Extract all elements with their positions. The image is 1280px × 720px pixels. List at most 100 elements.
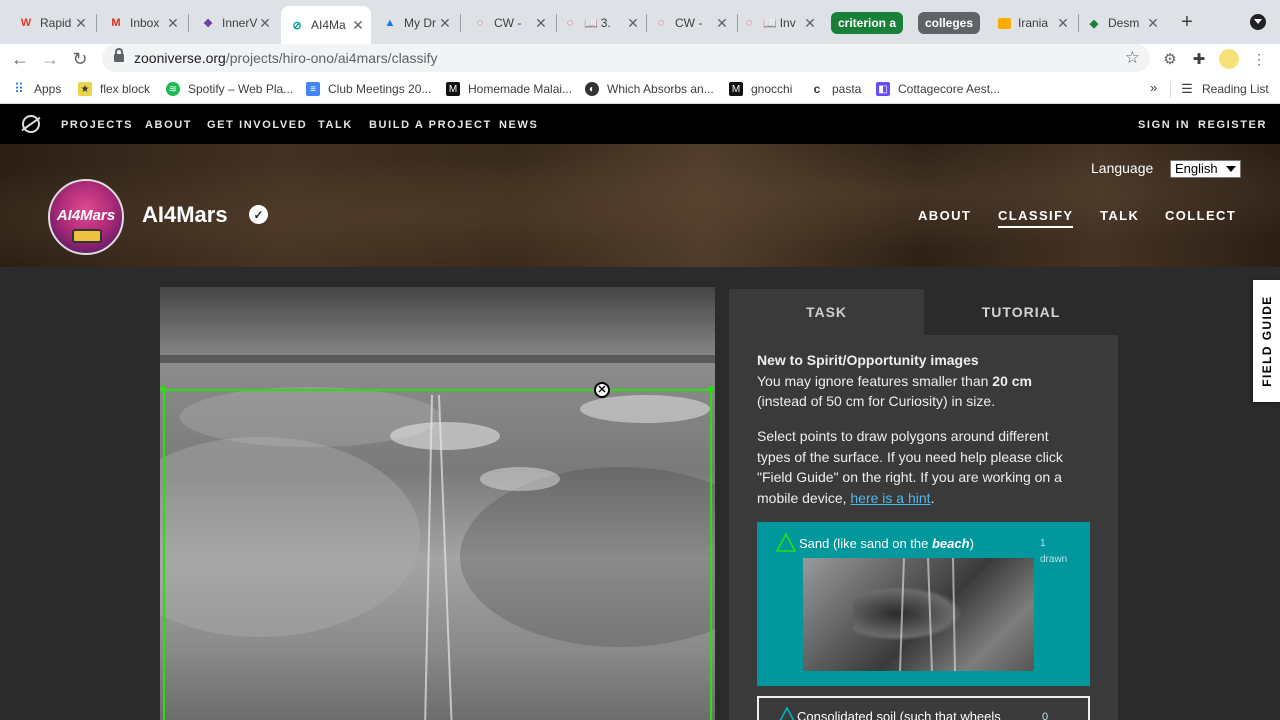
new-tab-plus-icon[interactable]: + bbox=[1176, 11, 1198, 33]
zooniverse-icon: ⊘ bbox=[292, 19, 302, 32]
zooniverse-logo-icon[interactable] bbox=[22, 115, 40, 133]
gmail-icon: M bbox=[111, 17, 121, 29]
language-select[interactable]: English bbox=[1170, 160, 1241, 178]
close-icon[interactable]: ✕ bbox=[166, 15, 180, 32]
nav-get-involved[interactable]: GET INVOLVED bbox=[207, 119, 307, 131]
close-icon[interactable]: ✕ bbox=[74, 15, 88, 32]
language-label: Language bbox=[1091, 160, 1154, 176]
reading-list-button[interactable]: ☰ Reading List bbox=[1180, 80, 1269, 98]
hint-link[interactable]: here is a hint bbox=[850, 490, 930, 506]
rover-icon bbox=[72, 229, 102, 243]
close-icon[interactable]: ✕ bbox=[803, 15, 817, 32]
spotify-icon: ≋ bbox=[166, 82, 180, 96]
site-icon: M bbox=[729, 82, 743, 96]
answer-consolidated-soil-label: Consolidated soil (such that wheels bbox=[797, 709, 1001, 720]
more-vert-icon[interactable]: ⋮ bbox=[1250, 50, 1268, 68]
project-nav-talk[interactable]: TALK bbox=[1100, 208, 1139, 223]
close-icon[interactable]: ✕ bbox=[1146, 15, 1160, 32]
forward-arrow-icon[interactable]: → bbox=[38, 47, 62, 71]
task-instructions: Select points to draw polygons around di… bbox=[757, 428, 1063, 506]
answer-sand[interactable]: Sand (like sand on the beach) 1 drawn bbox=[757, 522, 1090, 686]
tab-inv[interactable]: ◌ 📖 Inv ✕ bbox=[733, 8, 823, 38]
project-nav-collect[interactable]: COLLECT bbox=[1165, 208, 1236, 223]
book-icon: 📖 bbox=[584, 17, 598, 30]
drive-icon: ▲ bbox=[384, 17, 396, 29]
bookmark-which-absorbs[interactable]: ◐ Which Absorbs an... bbox=[585, 80, 714, 98]
reload-icon[interactable]: ↻ bbox=[68, 47, 92, 71]
profile-avatar[interactable] bbox=[1219, 49, 1239, 69]
cw-icon: ◌ bbox=[745, 17, 753, 29]
close-icon[interactable]: ✕ bbox=[258, 15, 272, 32]
bookmark-icon: ★ bbox=[78, 82, 92, 96]
cw-icon: ◌ bbox=[476, 17, 484, 29]
tab-ai4mars[interactable]: ⊘ AI4Ma ✕ bbox=[281, 6, 371, 44]
cw-icon: ◌ bbox=[657, 17, 665, 29]
tab-my-drive[interactable]: ▲ My Dr ✕ bbox=[374, 8, 458, 38]
nav-talk[interactable]: TALK bbox=[318, 119, 353, 131]
bookmark-apps[interactable]: ⠿ Apps bbox=[12, 80, 61, 98]
browser-toolbar: ← → ↻ zooniverse.org/projects/hiro-ono/a… bbox=[0, 44, 1280, 74]
bookmark-homemade-malai[interactable]: M Homemade Malai... bbox=[446, 80, 572, 98]
bookmark-star-icon[interactable]: ☆ bbox=[1125, 48, 1140, 68]
cw-icon: ◌ bbox=[566, 17, 574, 29]
tab-inbox[interactable]: M Inbox ✕ bbox=[100, 8, 186, 38]
extension-icon[interactable]: ⚙ bbox=[1161, 50, 1179, 68]
sky-region bbox=[160, 287, 715, 359]
tab-book-3[interactable]: ◌ 📖 3. ✕ bbox=[554, 8, 646, 38]
red-w-icon: W bbox=[20, 17, 32, 29]
innerv-icon: ❖ bbox=[203, 17, 213, 30]
project-title[interactable]: AI4Mars bbox=[142, 202, 228, 228]
register-link[interactable]: REGISTER bbox=[1198, 119, 1267, 131]
nav-about[interactable]: ABOUT bbox=[145, 119, 192, 131]
polygon-vertex[interactable] bbox=[708, 386, 714, 392]
delete-polygon-icon[interactable]: ✕ bbox=[594, 382, 610, 398]
nav-news[interactable]: NEWS bbox=[499, 119, 538, 131]
task-panel: TASK TUTORIAL New to Spirit/Opportunity … bbox=[729, 289, 1118, 720]
chevron-down-icon bbox=[1226, 166, 1236, 172]
answer-sand-label: Sand (like sand on the beach) bbox=[799, 536, 974, 551]
tab-group-colleges[interactable]: colleges bbox=[918, 12, 981, 34]
tab-rapid[interactable]: W Rapid ✕ bbox=[10, 8, 94, 38]
tab-desmos[interactable]: ◆ Desm ✕ bbox=[1078, 8, 1166, 38]
close-icon[interactable]: ✕ bbox=[534, 15, 548, 32]
tab-cw-1[interactable]: ◌ CW - ✕ bbox=[464, 8, 554, 38]
bookmark-cottagecore[interactable]: ◧ Cottagecore Aest... bbox=[876, 80, 1000, 98]
field-guide-button[interactable]: FIELD GUIDE bbox=[1253, 280, 1280, 402]
answer-consolidated-soil[interactable]: Consolidated soil (such that wheels 0 bbox=[757, 696, 1090, 720]
tab-innerv[interactable]: ❖ InnerV ✕ bbox=[192, 8, 278, 38]
bookmark-flex-block[interactable]: ★ flex block bbox=[78, 80, 150, 98]
close-icon[interactable]: ✕ bbox=[438, 15, 452, 32]
polygon-vertex[interactable] bbox=[160, 386, 166, 392]
close-icon[interactable]: ✕ bbox=[626, 15, 640, 32]
nav-projects[interactable]: PROJECTS bbox=[61, 119, 133, 131]
tab-cw-2[interactable]: ◌ CW - ✕ bbox=[645, 8, 735, 38]
bookmark-gnocchi[interactable]: M gnocchi bbox=[729, 80, 792, 98]
project-header: AI4Mars AI4Mars ✓ Language English ABOUT… bbox=[0, 144, 1280, 267]
sign-in-link[interactable]: SIGN IN bbox=[1138, 119, 1190, 131]
address-bar[interactable]: zooniverse.org/projects/hiro-ono/ai4mars… bbox=[102, 44, 1150, 72]
close-icon[interactable]: ✕ bbox=[351, 17, 365, 34]
bookmark-pasta[interactable]: c pasta bbox=[810, 80, 862, 98]
project-nav-about[interactable]: ABOUT bbox=[918, 208, 971, 223]
nav-build-a-project[interactable]: BUILD A PROJECT bbox=[369, 119, 492, 131]
c-icon: c bbox=[813, 82, 821, 96]
bookmark-club-meetings[interactable]: ≡ Club Meetings 20... bbox=[306, 80, 431, 98]
close-icon[interactable]: ✕ bbox=[715, 15, 729, 32]
tab-group-criterion-a[interactable]: criterion a bbox=[831, 12, 904, 34]
more-bookmarks-chevron-icon[interactable]: » bbox=[1150, 80, 1157, 95]
drawn-polygon[interactable] bbox=[163, 389, 712, 720]
tab-tutorial[interactable]: TUTORIAL bbox=[924, 289, 1118, 335]
triangle-tool-icon bbox=[779, 706, 795, 720]
project-avatar[interactable]: AI4Mars bbox=[48, 179, 124, 255]
close-icon[interactable]: ✕ bbox=[1056, 15, 1070, 32]
answer-sand-count: 1 drawn bbox=[1040, 538, 1068, 565]
puzzle-icon[interactable]: ✚ bbox=[1190, 50, 1208, 68]
project-nav-classify[interactable]: CLASSIFY bbox=[998, 208, 1074, 228]
url-text[interactable]: zooniverse.org/projects/hiro-ono/ai4mars… bbox=[134, 50, 437, 66]
tab-task[interactable]: TASK bbox=[729, 289, 924, 335]
bookmark-spotify[interactable]: ≋ Spotify – Web Pla... bbox=[166, 80, 293, 98]
site-icon: M bbox=[446, 82, 460, 96]
tab-search-icon[interactable] bbox=[1250, 14, 1266, 30]
back-arrow-icon[interactable]: ← bbox=[8, 47, 32, 71]
tab-iranian[interactable]: Irania ✕ bbox=[988, 8, 1076, 38]
